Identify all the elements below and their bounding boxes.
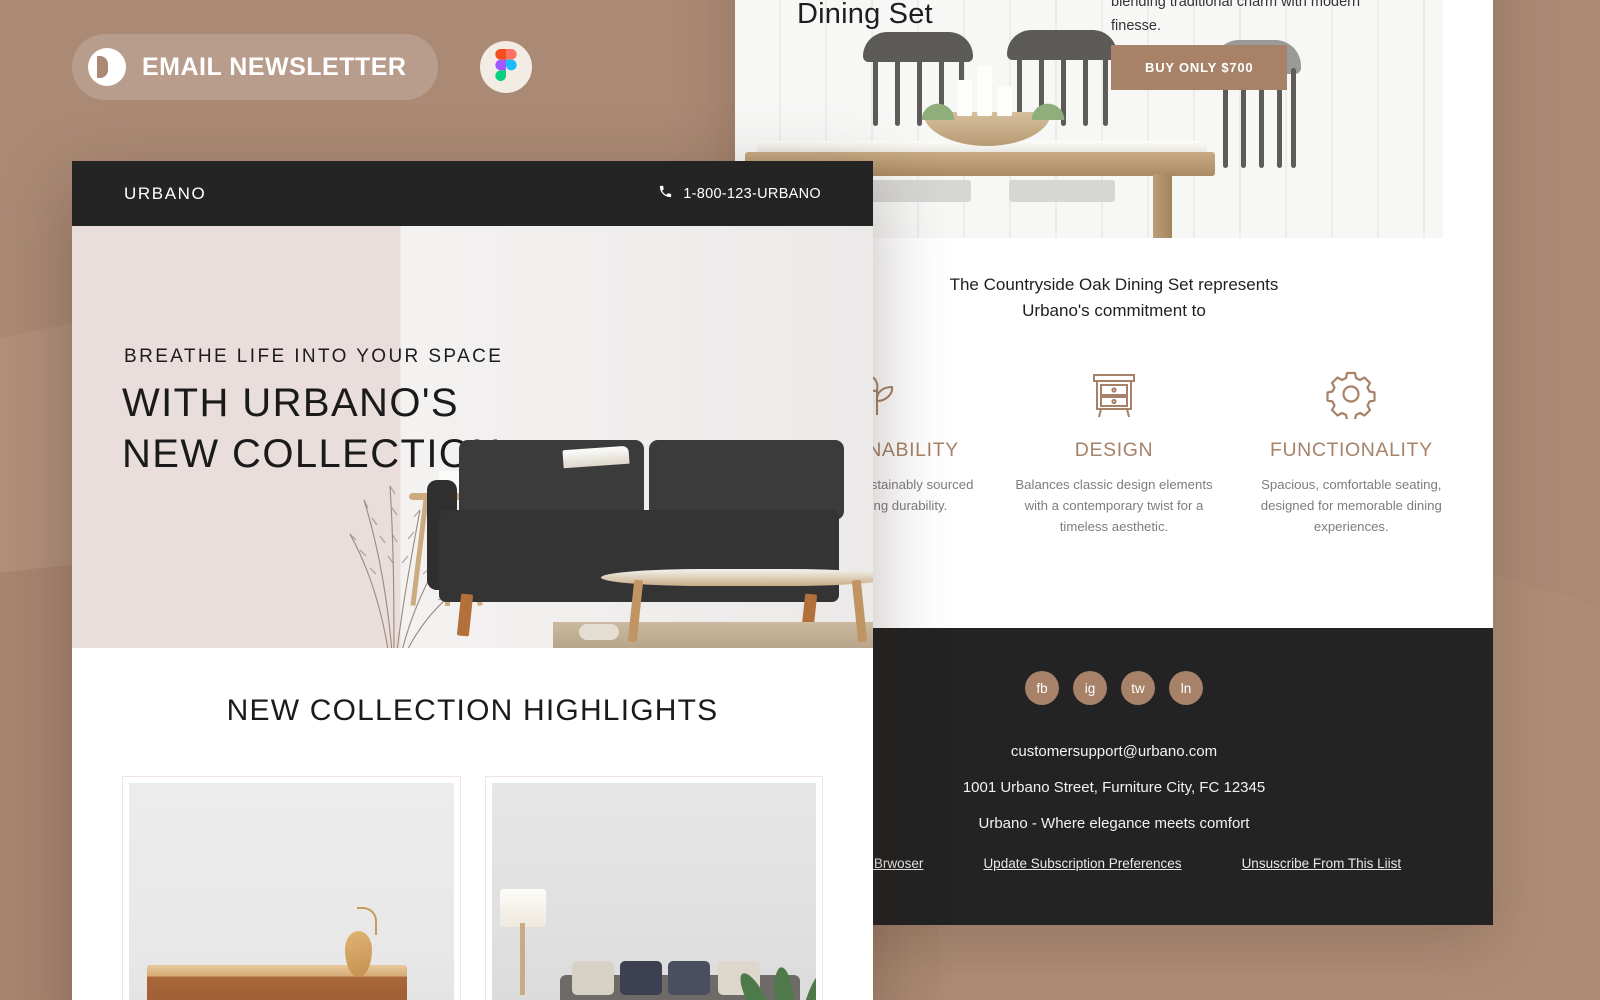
facebook-link[interactable]: fb (1025, 671, 1059, 705)
update-preferences-link[interactable]: Update Subscription Preferences (983, 856, 1181, 871)
candle-3 (997, 86, 1012, 116)
urbano-p-logo-icon (88, 48, 126, 86)
highlight-cards (72, 728, 873, 1000)
living-room-card-photo (491, 783, 816, 1000)
figma-button[interactable] (480, 41, 533, 93)
sofa-cushion-right (649, 440, 844, 520)
sideboard-card-photo (129, 783, 454, 1000)
instagram-link[interactable]: ig (1073, 671, 1107, 705)
feature-column-functionality: FUNCTIONALITY Spacious, comfortable seat… (1236, 361, 1467, 538)
badge-label: EMAIL NEWSLETTER (142, 52, 407, 81)
succulent-left (911, 74, 965, 120)
pillow-2 (619, 961, 662, 995)
candle-2 (977, 66, 992, 116)
feature-body-functionality: Spacious, comfortable seating, designed … (1260, 476, 1442, 535)
feature-body-design: Balances classic design elements with a … (1015, 476, 1213, 535)
living-room-scene (403, 348, 873, 648)
succulent-right (1021, 74, 1075, 120)
sideboard-product-card[interactable] (122, 776, 461, 1000)
slippers (579, 624, 619, 640)
highlights-section: NEW COLLECTION HIGHLIGHTS (72, 648, 873, 1000)
linkedin-link[interactable]: ln (1169, 671, 1203, 705)
email-preview-front-panel: URBANO 1-800-123-URBANO BREATHE LIFE INT… (72, 161, 873, 1000)
brand-logo-text: URBANO (124, 183, 207, 203)
buy-now-button[interactable]: BUY ONLY $700 (1111, 45, 1288, 90)
floor-lamp-shade (499, 889, 546, 927)
floor-lamp-foot (504, 993, 542, 1000)
side-table-leg-1 (410, 498, 429, 606)
dining-headline-line2: Dining Set (797, 0, 933, 31)
brand-phone-block[interactable]: 1-800-123-URBANO (658, 184, 821, 203)
living-room-product-card[interactable] (484, 776, 823, 1000)
dining-chair-seat-left (865, 180, 971, 202)
pillow-1 (571, 961, 614, 995)
highlights-title: NEW COLLECTION HIGHLIGHTS (226, 694, 719, 727)
dining-product-description: new way with this elegantly crafted set,… (1111, 0, 1361, 34)
feature-column-design: DESIGN Balances classic design elements … (998, 361, 1229, 538)
pillow-3 (667, 961, 710, 995)
figma-logo-icon (495, 48, 518, 86)
email-brand-bar: URBANO 1-800-123-URBANO (72, 161, 873, 226)
twitter-link[interactable]: tw (1121, 671, 1155, 705)
feature-title-design: DESIGN (1074, 438, 1154, 461)
unsubscribe-link[interactable]: Unsuscribe From This Liist (1242, 856, 1402, 871)
email-newsletter-badge: EMAIL NEWSLETTER (72, 34, 439, 100)
phone-icon (658, 184, 673, 203)
feature-title-functionality: FUNCTIONALITY (1269, 438, 1433, 461)
mockup-badge-row: EMAIL NEWSLETTER (72, 34, 533, 100)
dresser-icon (1006, 361, 1221, 427)
gear-icon (1244, 361, 1459, 427)
wooden-sideboard (147, 965, 407, 1000)
dining-table-leg-right (1153, 174, 1172, 238)
dining-product-headline: Countryside Oak Dining Set (797, 0, 1016, 33)
hero-banner: BREATHE LIFE INTO YOUR SPACE WITH URBANO… (72, 226, 873, 648)
potted-plant (734, 943, 816, 1000)
brand-phone-number: 1-800-123-URBANO (683, 185, 821, 202)
dining-chair-seat-mid (1009, 180, 1115, 202)
floor-lamp-pole (519, 923, 525, 995)
